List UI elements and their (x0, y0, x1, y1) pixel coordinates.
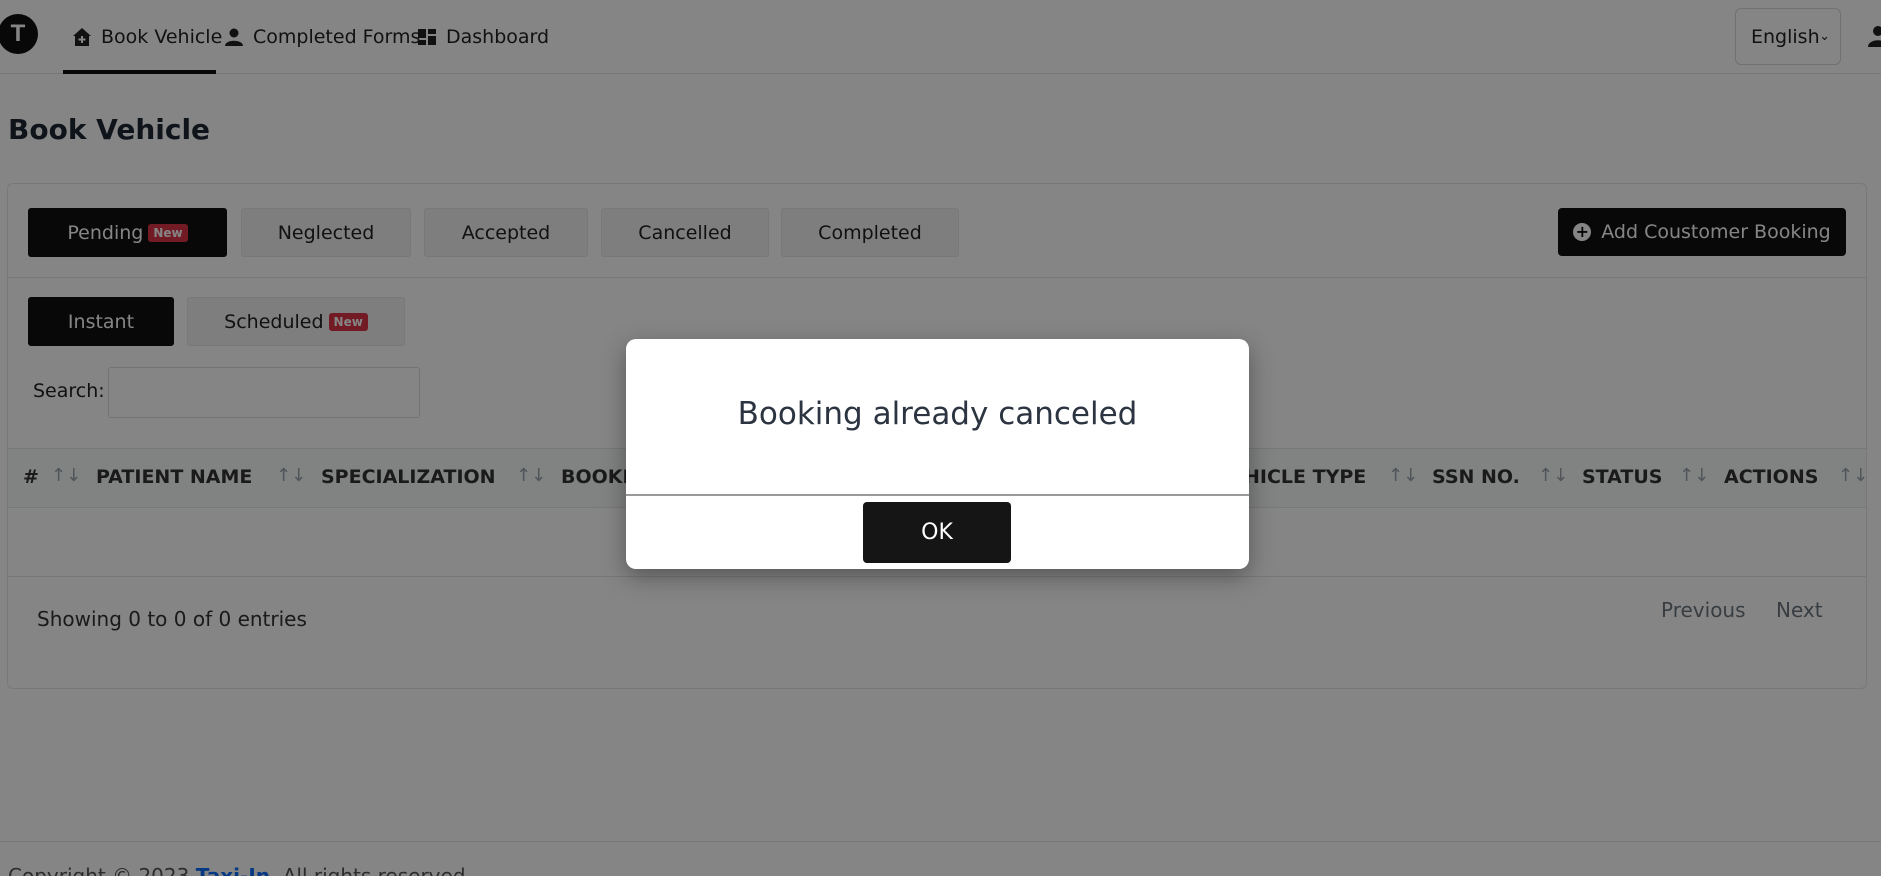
alert-dialog: Booking already canceled OK (626, 339, 1249, 569)
alert-message: Booking already canceled (737, 396, 1138, 432)
alert-divider (626, 494, 1249, 496)
ok-button[interactable]: OK (863, 502, 1011, 563)
